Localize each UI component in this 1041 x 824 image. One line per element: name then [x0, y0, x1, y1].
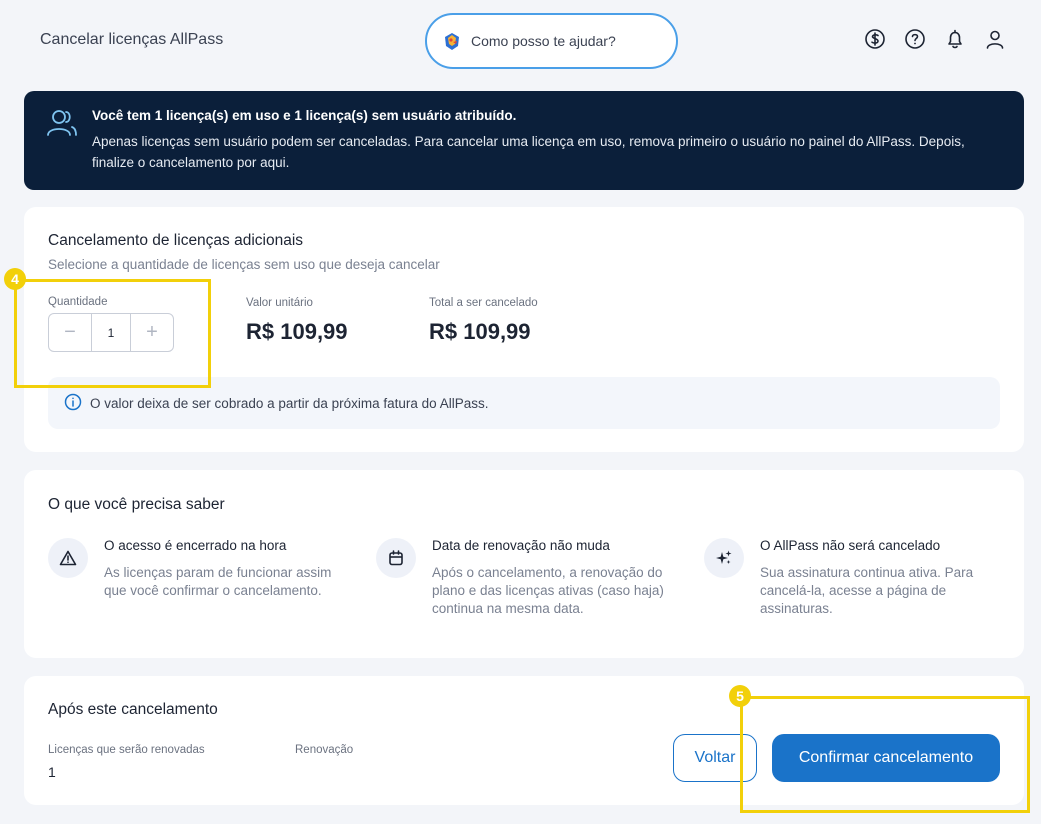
total-label: Total a ser cancelado [429, 297, 538, 309]
highlight-box-confirm [740, 696, 1030, 813]
warning-icon [48, 538, 88, 578]
after-card-title: Após este cancelamento [48, 701, 218, 718]
renewal-label: Renovação [295, 744, 354, 756]
total-value: R$ 109,99 [429, 319, 531, 344]
annotation-badge-5: 5 [729, 685, 751, 707]
bell-icon[interactable] [944, 28, 966, 50]
assistant-search-input[interactable]: Como posso te ajudar? [425, 13, 678, 69]
feature-text: Após o cancelamento, a renovação do plan… [432, 565, 664, 616]
banner-text: Apenas licenças sem usuário podem ser ca… [92, 134, 965, 170]
highlight-box-quantity [14, 279, 211, 388]
calendar-icon [376, 538, 416, 578]
assistant-avatar-icon [441, 30, 463, 52]
user-icon[interactable] [984, 28, 1006, 50]
cancel-card-subtitle: Selecione a quantidade de licenças sem u… [48, 257, 440, 272]
dollar-circle-icon[interactable] [864, 28, 886, 50]
license-info-banner: Você tem 1 licença(s) em uso e 1 licença… [24, 91, 1024, 190]
banner-title: Você tem 1 licença(s) em uso e 1 licença… [92, 108, 517, 123]
renewed-licenses-value: 1 [48, 764, 56, 780]
unit-price-label: Valor unitário [246, 297, 313, 309]
top-bar: Cancelar licenças AllPass Como posso te … [0, 0, 1041, 80]
users-icon [46, 108, 78, 143]
billing-info-text: O valor deixa de ser cobrado a partir da… [90, 395, 489, 411]
feature-text: As licenças param de funcionar assim que… [104, 565, 332, 598]
info-icon [64, 393, 82, 414]
feature-title: O acesso é encerrado na hora [104, 538, 287, 553]
know-card-title: O que você precisa saber [48, 496, 225, 513]
help-circle-icon[interactable] [904, 28, 926, 50]
what-to-know-card: O que você precisa saber O acesso é ence… [24, 470, 1024, 658]
feature-text: Sua assinatura continua ativa. Para canc… [760, 565, 974, 616]
page-title: Cancelar licenças AllPass [40, 31, 224, 48]
cancel-card-title: Cancelamento de licenças adicionais [48, 232, 304, 249]
assistant-placeholder: Como posso te ajudar? [471, 33, 616, 49]
renewed-licenses-label: Licenças que serão renovadas [48, 744, 205, 756]
feature-title: O AllPass não será cancelado [760, 538, 941, 553]
unit-price-value: R$ 109,99 [246, 319, 348, 344]
sparkles-icon [704, 538, 744, 578]
feature-title: Data de renovação não muda [432, 538, 610, 553]
annotation-badge-4: 4 [4, 268, 26, 290]
